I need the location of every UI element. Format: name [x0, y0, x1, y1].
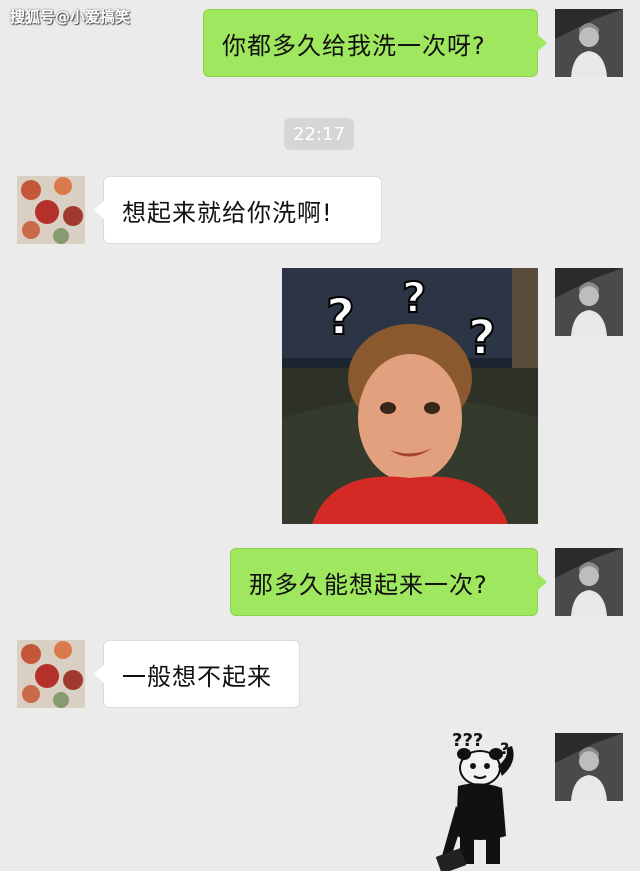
- image-message-confused-kid[interactable]: ? ? ?: [282, 268, 538, 524]
- person-avatar-icon: [555, 9, 623, 77]
- timestamp: 22:17: [284, 118, 354, 150]
- message-bubble-outgoing[interactable]: 那多久能想起来一次?: [230, 548, 547, 616]
- contact-avatar[interactable]: [17, 640, 85, 708]
- my-avatar[interactable]: [555, 733, 623, 801]
- message-bubble-incoming[interactable]: 一般想不起来: [94, 640, 300, 708]
- svg-text:?: ?: [326, 288, 355, 346]
- maple-leaves-avatar-icon: [17, 640, 85, 708]
- message-bubble-outgoing[interactable]: 你都多久给我洗一次呀?: [203, 9, 547, 77]
- message-text: 你都多久给我洗一次呀?: [222, 31, 486, 60]
- maple-leaves-avatar-icon: [17, 176, 85, 244]
- svg-text:???: ???: [452, 730, 483, 751]
- svg-text:?: ?: [402, 273, 426, 322]
- image-message-panda-meme[interactable]: ??? ?: [436, 726, 538, 871]
- watermark: 搜狐号@小爱搞笑: [10, 8, 131, 26]
- message-text: 想起来就给你洗啊!: [122, 198, 333, 227]
- person-avatar-icon: [555, 268, 623, 336]
- my-avatar[interactable]: [555, 268, 623, 336]
- message-text: 一般想不起来: [122, 662, 272, 691]
- message-text: 那多久能想起来一次?: [249, 570, 488, 599]
- person-avatar-icon: [555, 733, 623, 801]
- panda-meme-image-icon: ??? ?: [436, 726, 538, 871]
- confused-kid-image-icon: ? ? ?: [282, 268, 538, 524]
- message-bubble-incoming[interactable]: 想起来就给你洗啊!: [94, 176, 382, 244]
- my-avatar[interactable]: [555, 548, 623, 616]
- svg-text:?: ?: [468, 310, 496, 366]
- contact-avatar[interactable]: [17, 176, 85, 244]
- my-avatar[interactable]: [555, 9, 623, 77]
- person-avatar-icon: [555, 548, 623, 616]
